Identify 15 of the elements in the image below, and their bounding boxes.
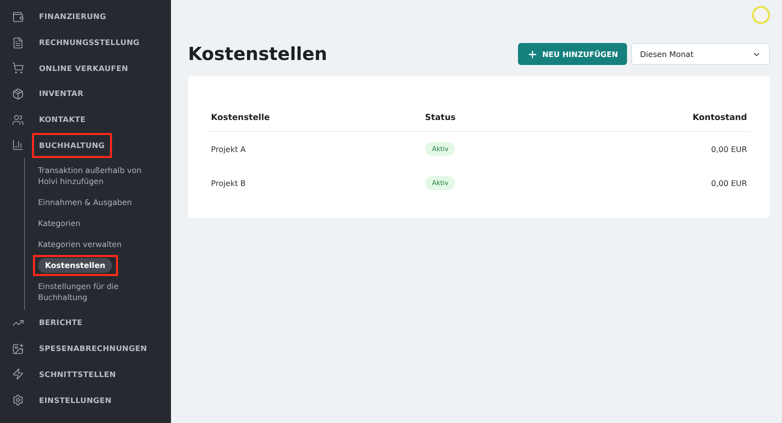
cart-icon — [12, 62, 24, 74]
page-title: Kostenstellen — [188, 44, 328, 64]
avatar[interactable] — [752, 6, 770, 24]
wallet-icon — [12, 10, 24, 23]
column-header: Kostenstelle — [211, 112, 271, 122]
plus-icon — [527, 48, 538, 60]
people-icon — [12, 114, 24, 126]
box-icon — [12, 88, 24, 100]
image-plus-icon — [12, 342, 24, 355]
lightning-icon — [12, 368, 24, 380]
document-icon — [12, 36, 24, 49]
column-header: Kontostand — [692, 112, 747, 122]
column-header: Status — [425, 112, 457, 122]
settings-icon — [12, 394, 24, 406]
bar-chart-icon — [12, 139, 24, 152]
